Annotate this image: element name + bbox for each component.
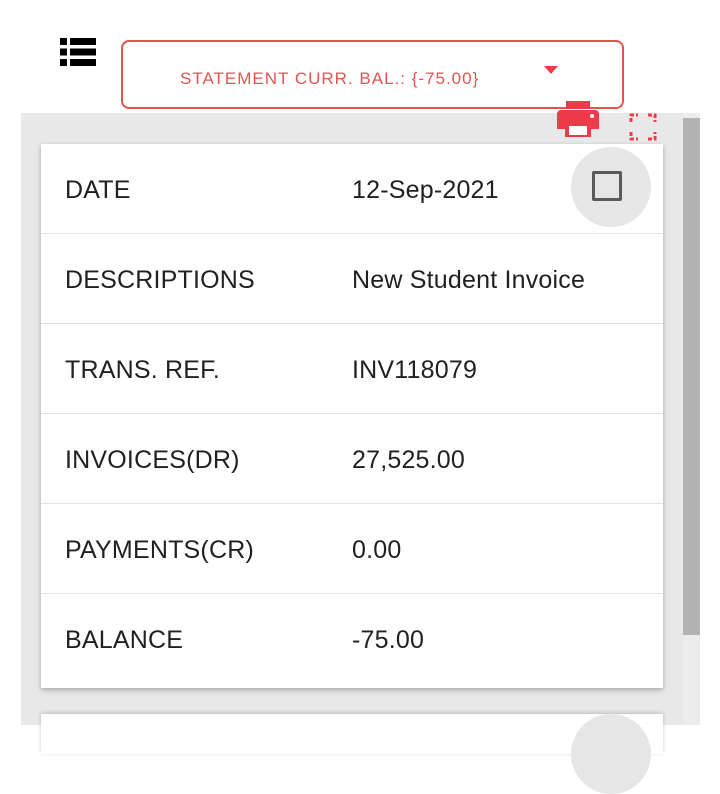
date-value: 12-Sep-2021 <box>352 176 499 204</box>
transaction-card: DATE 12-Sep-2021 DESCRIPTIONS New Studen… <box>41 144 663 688</box>
caret-down-icon <box>544 66 558 74</box>
list-icon[interactable] <box>60 38 96 66</box>
payments-value: 0.00 <box>352 536 402 564</box>
invoices-value: 27,525.00 <box>352 446 466 474</box>
scrollbar-thumb[interactable] <box>683 118 700 635</box>
next-select-checkbox[interactable] <box>571 714 651 794</box>
row-date: DATE 12-Sep-2021 <box>41 144 663 234</box>
trans-ref-label: TRANS. REF. <box>65 356 220 384</box>
balance-value: -75.00 <box>352 626 425 654</box>
descriptions-label: DESCRIPTIONS <box>65 266 255 294</box>
row-invoices: INVOICES(DR) 27,525.00 <box>41 414 663 504</box>
invoices-label: INVOICES(DR) <box>65 446 240 474</box>
row-balance: BALANCE -75.00 <box>41 594 663 684</box>
row-trans-ref: TRANS. REF. INV118079 <box>41 324 663 414</box>
row-descriptions: DESCRIPTIONS New Student Invoice <box>41 234 663 324</box>
date-label: DATE <box>65 176 131 204</box>
balance-label: BALANCE <box>65 626 184 654</box>
statement-balance-label: STATEMENT CURR. BAL.: {-75.00} <box>180 69 480 88</box>
next-transaction-card <box>41 714 663 794</box>
checkbox-square-icon <box>592 171 622 201</box>
print-icon[interactable] <box>557 101 599 137</box>
trans-ref-value: INV118079 <box>352 356 478 384</box>
payments-label: PAYMENTS(CR) <box>65 536 254 564</box>
row-payments: PAYMENTS(CR) 0.00 <box>41 504 663 594</box>
fullscreen-icon[interactable] <box>629 113 657 141</box>
descriptions-value: New Student Invoice <box>352 266 586 294</box>
select-checkbox[interactable] <box>571 147 651 227</box>
statement-balance-select[interactable]: STATEMENT CURR. BAL.: {-75.00} <box>121 40 624 109</box>
